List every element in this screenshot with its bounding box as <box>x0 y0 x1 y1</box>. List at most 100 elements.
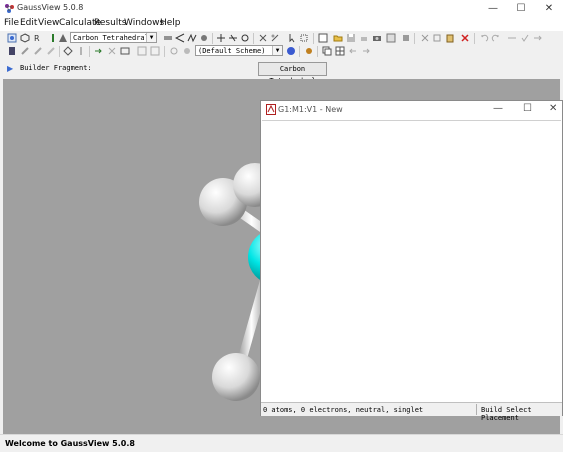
menu-help[interactable]: Help <box>160 18 181 28</box>
menu-windows[interactable]: Windows <box>124 18 164 28</box>
status-divider <box>476 404 477 415</box>
camera-icon[interactable] <box>372 33 382 43</box>
chevron-down-icon[interactable]: ▼ <box>272 46 282 55</box>
gaussian-calc-icon[interactable] <box>386 33 396 43</box>
sphere-color-icon[interactable] <box>286 46 296 56</box>
molecule-window: G1:M1:V1 - New — ☐ ✕ 0 atoms, 0 electron… <box>260 100 563 422</box>
pencil-icon[interactable] <box>20 46 30 56</box>
undo-icon[interactable] <box>479 33 489 43</box>
toolbar-separator <box>59 46 60 57</box>
select-icon[interactable] <box>299 33 309 43</box>
toolbar-separator <box>299 46 300 57</box>
delete-atom-icon[interactable] <box>228 33 238 43</box>
view-tool-icon[interactable] <box>507 33 517 43</box>
window-title: GaussView 5.0.8 <box>17 3 84 12</box>
symmetrize-icon[interactable] <box>240 33 250 43</box>
molecule-canvas[interactable] <box>262 120 561 403</box>
mouse-mode-icon[interactable] <box>287 33 297 43</box>
child-maximize-button[interactable]: ☐ <box>523 103 532 114</box>
close-button[interactable]: ✕ <box>535 0 563 17</box>
cut-icon[interactable] <box>420 33 430 43</box>
builder-fragment-label: Builder Fragment: <box>20 64 92 72</box>
toolbar-row-1: R Carbon Tetrahedral ▼ <box>0 32 563 45</box>
toolbar-separator <box>317 46 318 57</box>
inquire-icon[interactable] <box>199 33 209 43</box>
paste-icon[interactable] <box>445 33 455 43</box>
toolbar-separator <box>253 33 254 44</box>
expand-arrow-icon[interactable]: ▶ <box>7 64 13 73</box>
child-minimize-button[interactable]: — <box>493 103 503 114</box>
molecule-window-title: G1:M1:V1 - New <box>278 105 343 114</box>
arrow-tool-icon[interactable] <box>533 33 543 43</box>
menu-bar: File Edit View Calculate Results Windows… <box>0 17 563 31</box>
pin-icon[interactable] <box>76 46 86 56</box>
close-x-icon[interactable] <box>107 46 117 56</box>
fit-icon[interactable] <box>137 46 147 56</box>
element-fragment-combo[interactable]: Carbon Tetrahedral ▼ <box>70 32 157 43</box>
list-icon[interactable] <box>401 33 411 43</box>
status-message: Welcome to GaussView 5.0.8 <box>5 439 135 448</box>
next-icon[interactable] <box>361 46 371 56</box>
tile-windows-icon[interactable] <box>335 46 345 56</box>
toolbar-separator <box>414 33 415 44</box>
model-icon[interactable] <box>304 46 314 56</box>
svg-text:R: R <box>34 34 40 43</box>
save-icon[interactable] <box>346 33 356 43</box>
molecule-window-icon <box>266 104 276 115</box>
toolbar-separator <box>313 33 314 44</box>
child-close-button[interactable]: ✕ <box>549 103 557 114</box>
scheme-combo-value: (Default Scheme) <box>198 47 266 55</box>
toolbar-row-2: (Default Scheme) ▼ <box>0 45 563 58</box>
r-group-icon[interactable]: R <box>33 33 43 43</box>
menu-file[interactable]: File <box>4 18 19 28</box>
grid-icon[interactable] <box>150 46 160 56</box>
print-icon[interactable] <box>359 33 369 43</box>
molecule-window-titlebar: G1:M1:V1 - New — ☐ ✕ <box>261 101 562 119</box>
toolbar-separator <box>164 46 165 57</box>
toolbar-separator <box>474 33 475 44</box>
cascade-windows-icon[interactable] <box>322 46 332 56</box>
maximize-button[interactable]: ☐ <box>507 0 535 17</box>
menu-view[interactable]: View <box>38 18 59 28</box>
new-builder-icon[interactable] <box>7 33 17 43</box>
import-icon[interactable] <box>94 46 104 56</box>
status-bar: Welcome to GaussView 5.0.8 <box>0 434 563 452</box>
molecule-window-statusbar: 0 atoms, 0 electrons, neutral, singlet B… <box>261 402 562 422</box>
bond-length-icon[interactable] <box>163 33 173 43</box>
render-icon[interactable] <box>182 46 192 56</box>
biological-fragment-icon[interactable] <box>48 33 58 43</box>
add-valence-icon[interactable] <box>216 33 226 43</box>
tool-icon[interactable] <box>46 46 56 56</box>
title-bar: GaussView 5.0.8 — ☐ ✕ <box>0 0 563 17</box>
export-icon[interactable] <box>120 46 130 56</box>
new-window-icon[interactable] <box>318 33 328 43</box>
orbit-icon[interactable] <box>169 46 179 56</box>
check-icon[interactable] <box>520 33 530 43</box>
diamond-icon[interactable] <box>63 46 73 56</box>
open-folder-icon[interactable] <box>333 33 343 43</box>
bookmark-icon[interactable] <box>7 46 17 56</box>
prev-icon[interactable] <box>348 46 358 56</box>
rebond-icon[interactable] <box>258 33 268 43</box>
hydrogen-atom[interactable] <box>212 353 260 401</box>
delete-icon[interactable] <box>460 33 470 43</box>
redo-icon[interactable] <box>491 33 501 43</box>
ring-fragment-icon[interactable] <box>20 33 30 43</box>
molecule-info: 0 atoms, 0 electrons, neutral, singlet <box>263 406 424 414</box>
dihedral-icon[interactable] <box>187 33 197 43</box>
brush-icon[interactable] <box>33 46 43 56</box>
element-combo-value: Carbon Tetrahedral <box>73 34 149 42</box>
clean-icon[interactable] <box>270 33 280 43</box>
copy-icon[interactable] <box>432 33 442 43</box>
toolbar-separator <box>89 46 90 57</box>
toolbar-separator <box>212 33 213 44</box>
menu-results[interactable]: Results <box>94 18 127 28</box>
gaussview-logo-icon <box>5 4 14 13</box>
builder-fragment-value[interactable]: Carbon Tetrahedral <box>258 62 327 85</box>
element-fragment-icon[interactable] <box>58 33 68 43</box>
minimize-button[interactable]: — <box>479 0 507 17</box>
bond-angle-icon[interactable] <box>175 33 185 43</box>
color-scheme-combo[interactable]: (Default Scheme) ▼ <box>195 45 283 56</box>
chevron-down-icon[interactable]: ▼ <box>146 33 156 42</box>
menu-edit[interactable]: Edit <box>20 18 37 28</box>
